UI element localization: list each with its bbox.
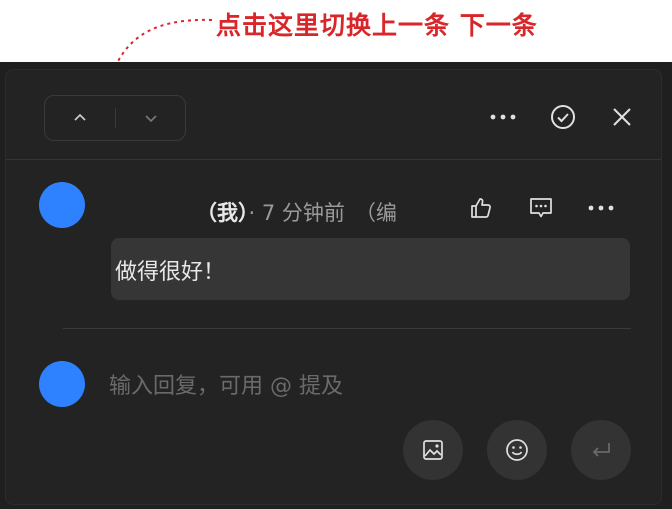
comment-divider xyxy=(63,328,631,329)
check-circle-icon xyxy=(551,105,575,129)
chevron-up-icon xyxy=(74,113,86,121)
more-icon xyxy=(490,114,516,120)
avatar xyxy=(39,182,85,228)
header-divider xyxy=(6,159,661,160)
comment-nav-group xyxy=(44,95,186,141)
image-icon xyxy=(423,440,443,460)
more-icon xyxy=(588,205,614,211)
resolve-button[interactable] xyxy=(547,101,579,133)
like-button[interactable] xyxy=(465,192,497,224)
send-button[interactable] xyxy=(571,420,631,480)
comment-text: 做得很好！ xyxy=(115,260,226,285)
annotation-text: 点击这里切换上一条 下一条 xyxy=(216,11,538,40)
reply-avatar xyxy=(39,361,85,407)
comment-bubble: 做得很好！ xyxy=(111,238,630,300)
chevron-down-icon xyxy=(145,115,157,123)
next-comment-button[interactable] xyxy=(116,96,186,140)
reply-input[interactable] xyxy=(107,367,631,405)
previous-comment-button[interactable] xyxy=(45,96,115,140)
enter-icon xyxy=(592,443,610,457)
close-icon xyxy=(613,108,631,126)
emoji-button[interactable] xyxy=(487,420,547,480)
edited-tag: （编 xyxy=(354,201,397,225)
comment-icon xyxy=(530,198,552,218)
close-button[interactable] xyxy=(606,101,638,133)
author-tag: （我） xyxy=(196,201,249,225)
reply-button[interactable] xyxy=(525,192,557,224)
thumbs-up-icon xyxy=(471,198,491,218)
comment-panel-inner: （我）· 7 分钟前 （编 做得很好！ xyxy=(5,69,662,505)
comment-time: · 7 分钟前 xyxy=(248,201,345,225)
comment-panel: （我）· 7 分钟前 （编 做得很好！ xyxy=(0,62,672,509)
comment-meta: （我）· 7 分钟前 （编 xyxy=(196,197,397,227)
comment-more-button[interactable] xyxy=(585,192,617,224)
emoji-icon xyxy=(506,439,528,461)
more-options-button[interactable] xyxy=(487,101,519,133)
insert-image-button[interactable] xyxy=(403,420,463,480)
